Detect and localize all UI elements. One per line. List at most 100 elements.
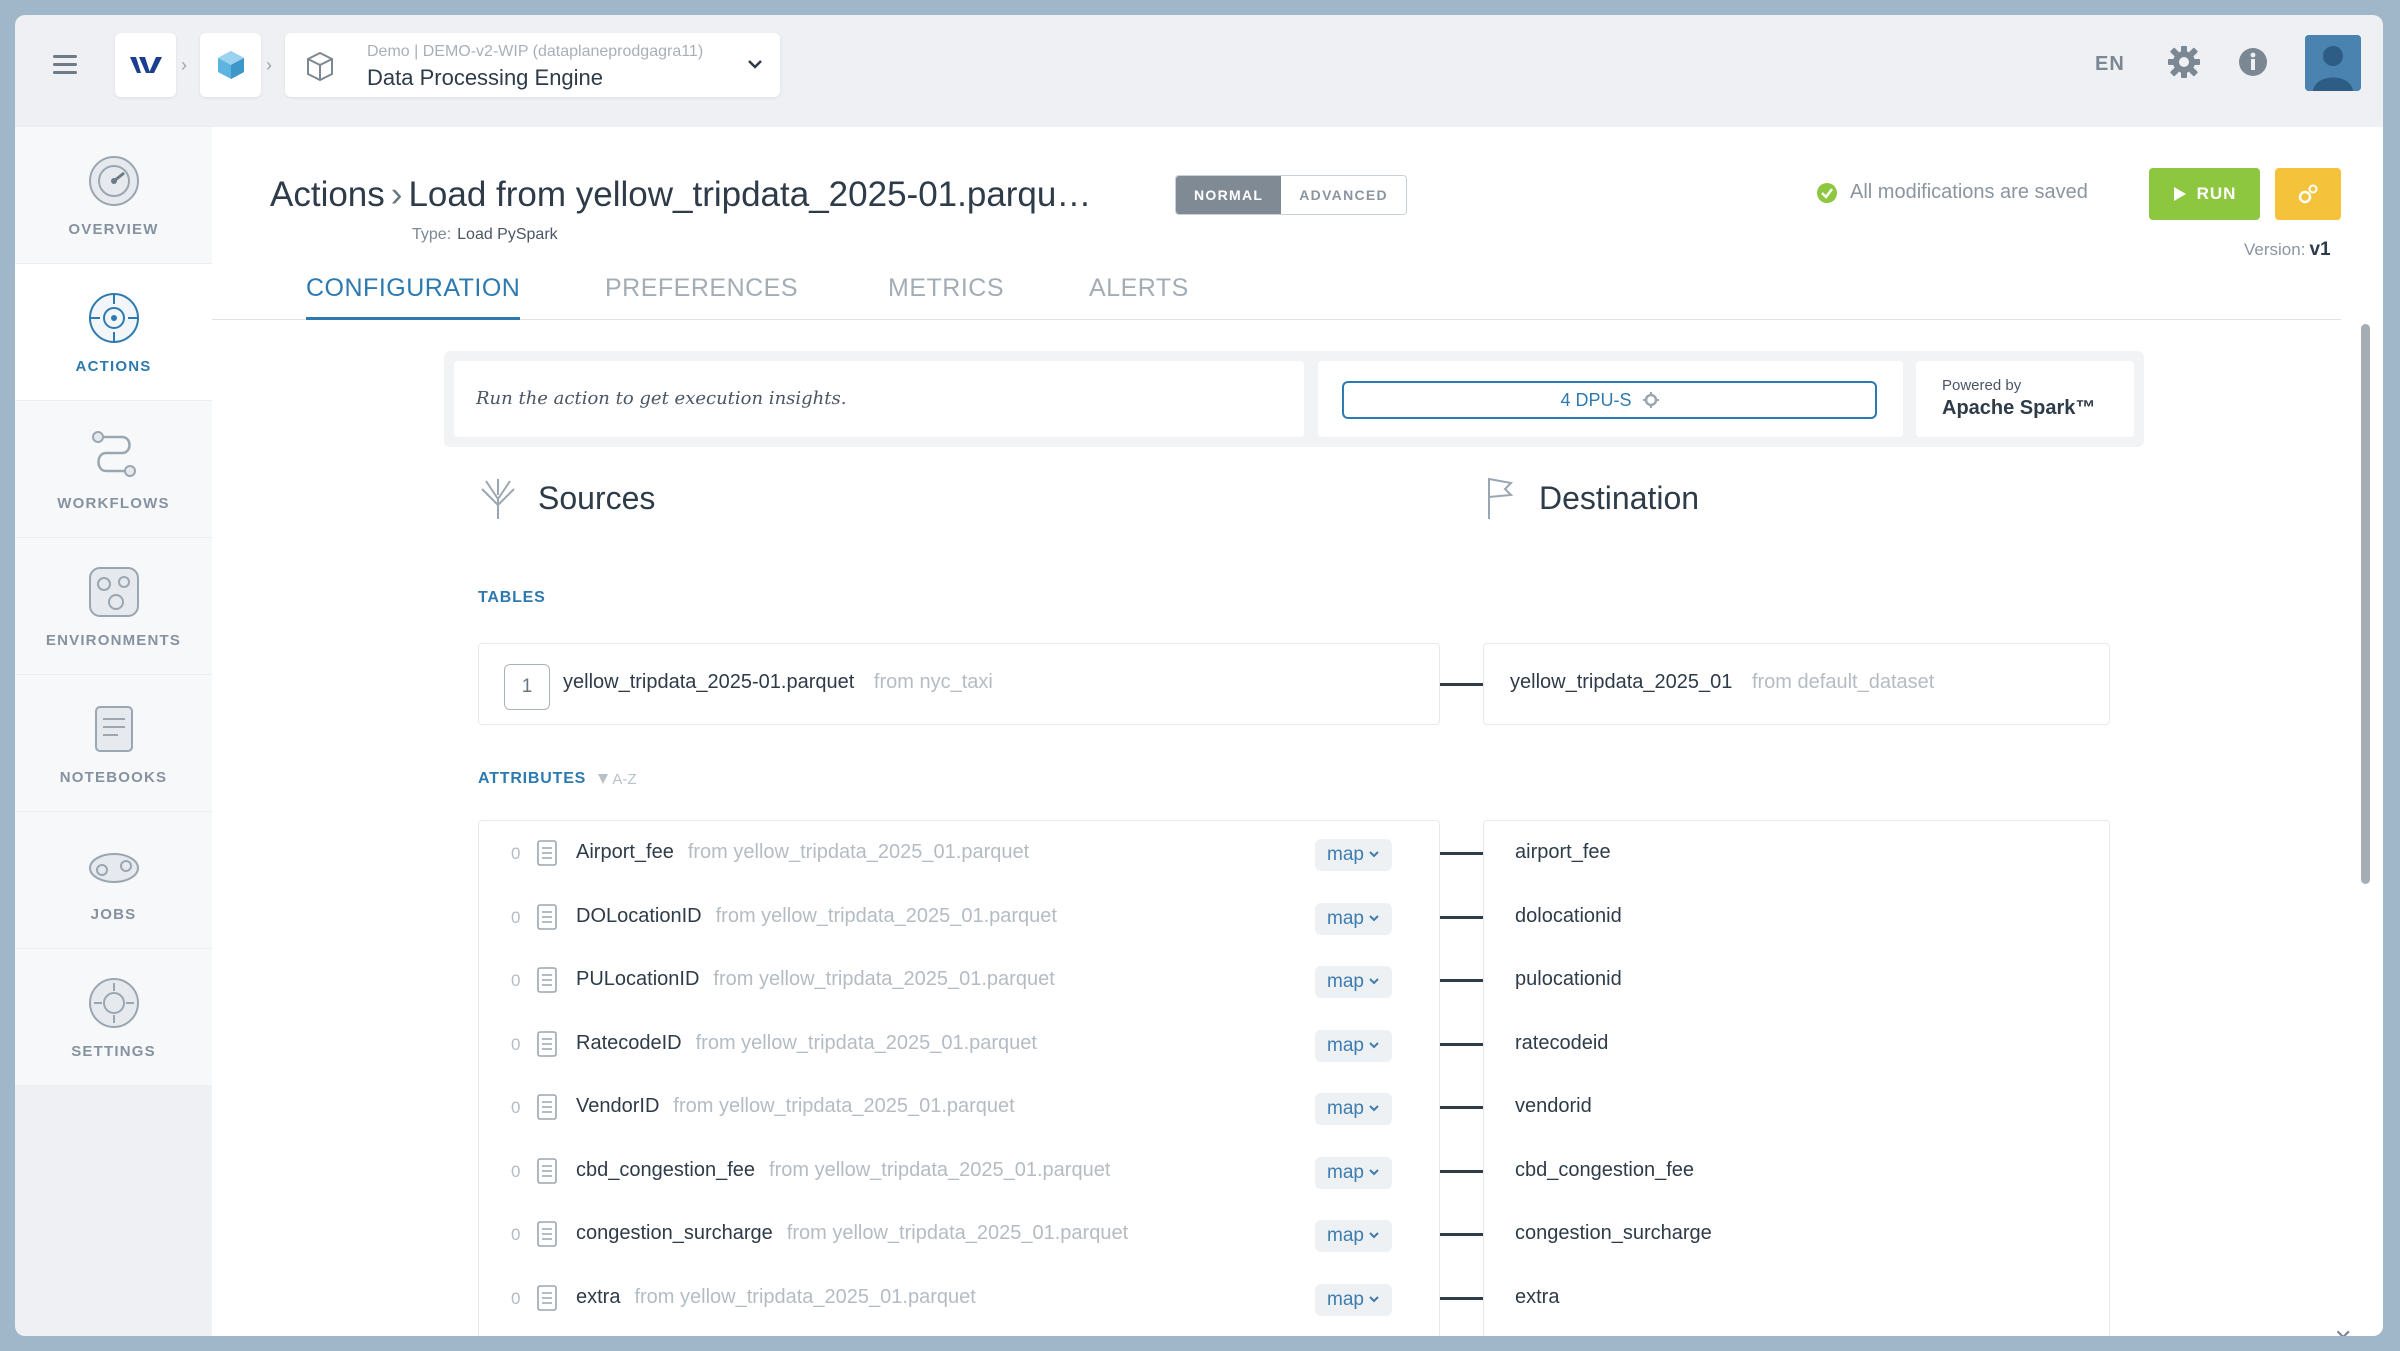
breadcrumb-separator: › [266,55,272,75]
map-dropdown[interactable]: map [1315,1156,1392,1189]
mode-normal-button[interactable]: NORMAL [1176,176,1282,214]
source-table-name: yellow_tripdata_2025-01.parquet from nyc… [563,671,993,694]
nav-item-settings[interactable]: SETTINGS [15,949,212,1086]
chevron-down-icon [1369,1232,1379,1239]
version: Version: v1 [2244,239,2331,261]
chevron-down-icon [1369,851,1379,858]
type-value: Load PySpark [457,226,558,243]
nav-item-notebooks[interactable]: NOTEBOOKS [15,675,212,812]
list-item[interactable]: 0 RatecodeID from yellow_tripdata_2025_01.… [479,1013,1439,1077]
configuration-button[interactable] [2275,168,2341,220]
attribute-origin: from yellow_tripdata_2025_01.parquet [673,1095,1015,1117]
list-item[interactable]: pulocationid [1484,949,2109,1013]
dpu-selector[interactable]: 4 DPU-S [1342,381,1877,419]
list-item[interactable]: 0 cbd_congestion_fee from yellow_tripdata_… [479,1140,1439,1204]
nav-item-actions[interactable]: ACTIONS [15,264,216,401]
map-label: map [1327,1288,1364,1310]
sort-label: A-Z [612,771,637,788]
project-cube-icon [217,51,244,79]
attribute-label: Airport_fee [576,841,674,863]
destination-table[interactable]: yellow_tripdata_2025_01 from default_dat… [1483,643,2110,725]
list-item[interactable]: congestion_surcharge [1484,1203,2109,1267]
document-icon [537,1221,557,1247]
run-button[interactable]: RUN [2149,168,2260,220]
attribute-index: 0 [511,1034,521,1054]
map-label: map [1327,1225,1364,1246]
destination-attribute-name: extra [1515,1285,1560,1308]
scrollbar[interactable] [2361,324,2370,884]
breadcrumb-actions[interactable]: Actions [270,175,385,214]
map-dropdown[interactable]: map [1315,902,1392,935]
gear-icon[interactable] [2167,45,2201,79]
attribute-connector [1440,1233,1483,1236]
action-type: Type: Load PySpark [412,226,558,244]
attribute-label: PULocationID [576,968,700,990]
list-item[interactable]: 0 PULocationID from yellow_tripdata_2025_0… [479,949,1439,1013]
list-item[interactable]: cbd_congestion_fee [1484,1140,2109,1204]
list-item[interactable]: ratecodeid [1484,1013,2109,1077]
list-item[interactable]: 0 extra from yellow_tripdata_2025_01.parqu… [479,1267,1439,1331]
tab-preferences[interactable]: PREFERENCES [605,270,798,320]
attribute-connector [1440,1106,1483,1109]
list-item[interactable]: 0 DOLocationID from yellow_tripdata_2025_0… [479,886,1439,950]
notebooks-icon [94,705,133,752]
environment-selector[interactable]: Demo | DEMO-v2-WIP (dataplaneprodgagra11… [285,33,780,97]
nav-item-overview[interactable]: OVERVIEW [15,127,212,264]
project-crumb[interactable] [200,33,261,97]
app-window: › › Demo | DEMO-v2-WIP (dataplaneprodgag… [15,15,2383,1336]
list-item[interactable]: 0 VendorID from yellow_tripdata_2025_01.pa… [479,1076,1439,1140]
gear-icon [1642,392,1659,408]
map-dropdown[interactable]: map [1315,839,1392,871]
destination-attribute-name: airport_fee [1515,841,1611,863]
environments-icon [88,566,139,617]
list-item[interactable]: airport_fee [1484,822,2109,886]
list-item[interactable]: extra [1484,1267,2109,1331]
document-icon [537,967,557,993]
map-dropdown[interactable]: map [1315,966,1392,998]
document-icon [537,903,557,930]
table-name: yellow_tripdata_2025_01 [1510,671,1733,693]
attribute-name: PULocationID from yellow_tripdata_2025_01… [576,968,1055,991]
list-item[interactable]: vendorid [1484,1076,2109,1140]
nav-item-workflows[interactable]: WORKFLOWS [15,401,212,538]
nav-item-jobs[interactable]: JOBS [15,812,212,949]
sort-down-icon [598,774,608,784]
tab-configuration[interactable]: CONFIGURATION [306,270,521,320]
attributes-label: ATTRIBUTES [478,770,587,787]
list-item[interactable]: 0 congestion_surcharge from yellow_tripdat… [479,1203,1439,1267]
breadcrumb-separator: › [181,55,187,75]
version-label: Version: [2244,240,2306,259]
chevron-down-icon [1369,978,1379,985]
attribute-connector [1440,1169,1483,1173]
attribute-label: RatecodeID [576,1031,682,1054]
document-icon [537,1094,557,1120]
map-dropdown[interactable]: map [1315,1029,1392,1062]
menu-icon[interactable] [53,55,77,75]
source-table[interactable]: 1 yellow_tripdata_2025-01.parquet from n… [478,643,1440,725]
attribute-name: extra from yellow_tripdata_2025_01.parque… [576,1286,976,1309]
map-dropdown[interactable]: map [1315,1283,1392,1316]
language-selector[interactable]: EN [2095,53,2125,76]
map-dropdown[interactable]: map [1315,1093,1392,1125]
sort-az-toggle[interactable]: A-Z [597,771,637,788]
nav-item-environments[interactable]: ENVIRONMENTS [15,538,212,675]
attribute-name: congestion_surcharge from yellow_tripdata… [576,1222,1128,1245]
close-icon[interactable]: ✕ [2334,1325,2352,1336]
avatar[interactable] [2305,35,2361,91]
sources-heading: Sources [478,475,655,521]
attribute-origin: from yellow_tripdata_2025_01.parquet [715,904,1057,927]
list-item[interactable]: dolocationid [1484,886,2109,950]
map-label: map [1327,1161,1364,1183]
info-icon[interactable] [2237,46,2269,78]
home-logo[interactable] [115,33,176,97]
map-dropdown[interactable]: map [1315,1220,1392,1252]
check-circle-icon [1817,182,1837,203]
side-navigation: OVERVIEW ACTIONS WORKFLOWS ENVIRONMENTS … [15,127,216,1086]
tab-alerts[interactable]: ALERTS [1089,270,1189,320]
mode-advanced-button[interactable]: ADVANCED [1281,176,1406,214]
environment-box-icon [307,51,333,82]
overview-icon [88,155,139,206]
insights-bar: Run the action to get execution insights… [444,351,2144,447]
tab-metrics[interactable]: METRICS [888,270,1004,320]
list-item[interactable]: 0 Airport_fee from yellow_tripdata_2025_01… [479,822,1439,886]
